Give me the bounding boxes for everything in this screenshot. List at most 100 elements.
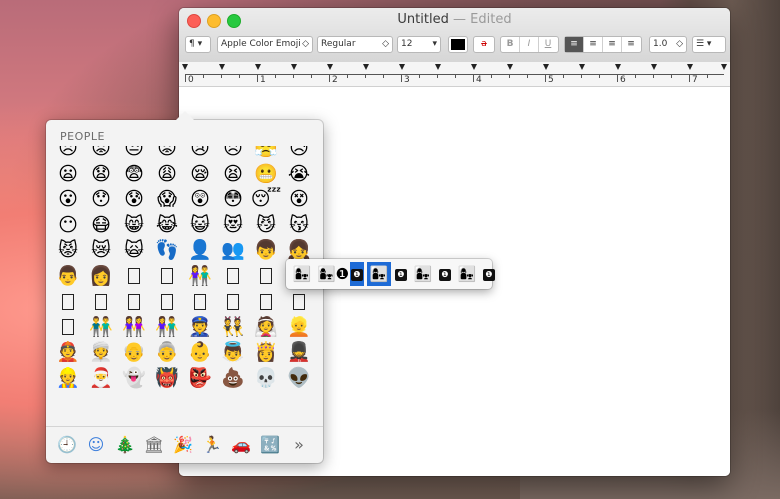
more-icon[interactable]: »	[286, 434, 312, 456]
tab-stop[interactable]	[687, 64, 693, 70]
align-left-icon[interactable]: ≡	[565, 37, 584, 52]
tab-stop[interactable]	[291, 64, 297, 70]
emoji-cell[interactable]: 😺	[184, 213, 216, 237]
emoji-cell[interactable]: 😽	[283, 213, 315, 237]
emoji-cell[interactable]: 👱	[283, 315, 315, 339]
emoji-cell[interactable]	[250, 289, 282, 313]
font-style-select[interactable]: Regular ◇	[317, 36, 393, 53]
emoji-cell[interactable]	[52, 289, 84, 313]
ruler[interactable]: 0 1 2 3 4 5 6 7	[179, 62, 730, 87]
emoji-cell[interactable]	[118, 289, 150, 313]
emoji-cell[interactable]: 👳	[85, 340, 117, 364]
emoji-cell[interactable]	[52, 315, 84, 339]
font-family-select[interactable]: Apple Color Emoji ◇	[217, 36, 313, 53]
emoji-cell[interactable]: 😶	[52, 213, 84, 237]
emoji-cell[interactable]: 😧	[85, 162, 117, 186]
emoji-variant[interactable]: 👩‍👧	[455, 262, 479, 286]
emoji-cell[interactable]: 😥	[283, 146, 315, 160]
emoji-cell[interactable]: 👽	[283, 366, 315, 390]
emoji-cell[interactable]	[217, 264, 249, 288]
tab-stop[interactable]	[219, 64, 225, 70]
highlight-color-well[interactable]: a	[473, 36, 495, 53]
tab-stop[interactable]	[543, 64, 549, 70]
emoji-cell[interactable]: 😒	[118, 146, 150, 160]
emoji-cell[interactable]: 😬	[250, 162, 282, 186]
tab-stop[interactable]	[651, 64, 657, 70]
emoji-cell[interactable]: 👻	[118, 366, 150, 390]
emoji-cell[interactable]: 👷	[52, 366, 84, 390]
emoji-cell[interactable]: 😤	[250, 146, 282, 160]
emoji-variant[interactable]: 👩‍👧	[290, 262, 314, 286]
emoji-cell[interactable]: 😨	[118, 162, 150, 186]
emoji-cell[interactable]: 💩	[217, 366, 249, 390]
emoji-cell[interactable]	[283, 289, 315, 313]
emoji-cell[interactable]: 👥	[217, 238, 249, 262]
emoji-cell[interactable]: 👬	[85, 315, 117, 339]
emoji-cell[interactable]: 💂	[283, 340, 315, 364]
recent-clock-icon[interactable]: 🕘	[54, 434, 80, 456]
emoji-cell[interactable]: 😻	[217, 213, 249, 237]
symbols-icon[interactable]: 🔣	[257, 434, 283, 456]
smiley-icon[interactable]: ☺	[83, 434, 109, 456]
tab-stop[interactable]	[615, 64, 621, 70]
emoji-cell[interactable]: 👯	[217, 315, 249, 339]
emoji-cell[interactable]: 😟	[85, 146, 117, 160]
tab-stop[interactable]	[435, 64, 441, 70]
emoji-cell[interactable]: 👤	[184, 238, 216, 262]
emoji-cell[interactable]: 👦	[250, 238, 282, 262]
emoji-cell[interactable]: 😹	[151, 213, 183, 237]
emoji-variant[interactable]: ❶	[482, 262, 496, 286]
emoji-cell[interactable]: 👵	[151, 340, 183, 364]
text-color-well[interactable]	[448, 36, 468, 53]
emoji-cell[interactable]: 👨	[52, 264, 84, 288]
emoji-cell[interactable]	[250, 264, 282, 288]
emoji-cell[interactable]: 👮	[184, 315, 216, 339]
emoji-variant[interactable]: ❶	[438, 262, 452, 286]
tab-stop[interactable]	[399, 64, 405, 70]
emoji-cell[interactable]	[85, 289, 117, 313]
emoji-cell[interactable]: 😞	[52, 146, 84, 160]
emoji-cell[interactable]	[184, 289, 216, 313]
emoji-cell[interactable]: 😼	[250, 213, 282, 237]
emoji-cell[interactable]: 😢	[184, 146, 216, 160]
party-icon[interactable]: 🎉	[170, 434, 196, 456]
emoji-cell[interactable]	[151, 264, 183, 288]
emoji-variant[interactable]: 👩‍👧‍❶	[317, 262, 349, 286]
emoji-cell[interactable]: 😯	[85, 187, 117, 211]
underline-button[interactable]: U	[539, 37, 557, 52]
emoji-cell[interactable]: 😫	[217, 162, 249, 186]
tab-stop[interactable]	[363, 64, 369, 70]
emoji-cell[interactable]: 😣	[217, 146, 249, 160]
emoji-cell[interactable]: 😰	[118, 187, 150, 211]
emoji-cell[interactable]: 😾	[52, 238, 84, 262]
emoji-cell[interactable]: 👣	[151, 238, 183, 262]
emoji-cell[interactable]: 😦	[52, 162, 84, 186]
emoji-cell[interactable]: 😵	[283, 187, 315, 211]
emoji-cell[interactable]: 👺	[184, 366, 216, 390]
emoji-cell[interactable]: 🙀	[118, 238, 150, 262]
tab-stop[interactable]	[255, 64, 261, 70]
emoji-cell[interactable]: 😷	[85, 213, 117, 237]
align-right-icon[interactable]: ≡	[603, 37, 622, 52]
emoji-cell[interactable]: 😡	[151, 146, 183, 160]
emoji-cell[interactable]: 👶	[184, 340, 216, 364]
right-margin-marker[interactable]	[721, 64, 727, 70]
italic-button[interactable]: I	[520, 37, 539, 52]
emoji-cell[interactable]: 🎅	[85, 366, 117, 390]
emoji-cell[interactable]	[118, 264, 150, 288]
tab-stop[interactable]	[327, 64, 333, 70]
emoji-cell[interactable]: 👹	[151, 366, 183, 390]
font-size-combo[interactable]: 12 ▾	[397, 36, 441, 53]
emoji-cell[interactable]: 😪	[184, 162, 216, 186]
align-center-icon[interactable]: ≡	[584, 37, 603, 52]
list-bullets-select[interactable]: ☰ ▾	[692, 36, 726, 53]
emoji-variant[interactable]: 👩‍👧	[367, 262, 391, 286]
emoji-cell[interactable]: 👸	[250, 340, 282, 364]
tab-stop[interactable]	[507, 64, 513, 70]
emoji-cell[interactable]: 😴	[250, 187, 282, 211]
emoji-cell[interactable]	[151, 289, 183, 313]
line-spacing-select[interactable]: 1.0 ◇	[649, 36, 687, 53]
emoji-cell[interactable]: 😳	[217, 187, 249, 211]
paragraph-styles-button[interactable]: ¶ ▾	[185, 36, 211, 53]
emoji-cell[interactable]: 👼	[217, 340, 249, 364]
